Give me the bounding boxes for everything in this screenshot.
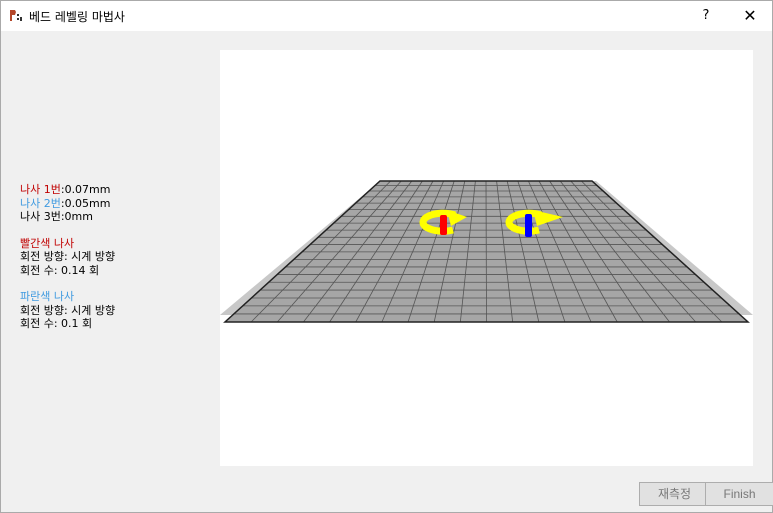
screw2-label: 나사 2번 <box>20 196 61 210</box>
red-screw-direction: 회전 방향: 시계 방향 <box>20 250 116 263</box>
red-screw-heading: 빨간색 나사 <box>20 236 75 250</box>
screw1-value: :0.07mm <box>60 183 111 196</box>
screw1-label: 나사 1번 <box>20 183 61 196</box>
close-icon[interactable]: ✕ <box>733 4 767 28</box>
screw2-line: 나사 2번:0.05mm <box>20 197 115 211</box>
leveling-info-panel: 나사 1번:0.07mm 나사 2번:0.05mm 나사 3번:0mm 빨간색 … <box>20 183 115 331</box>
window-title: 베드 레벨링 마법사 <box>29 10 125 24</box>
blue-screw-direction: 회전 방향: 시계 방향 <box>20 303 116 317</box>
screw3-line: 나사 3번:0mm <box>20 210 93 223</box>
red-screw-body <box>440 215 447 235</box>
blue-screw-turns: 회전 수: 0.1 회 <box>20 317 93 330</box>
title-bar: 베드 레벨링 마법사 ? ✕ <box>1 1 772 31</box>
screw1-line: 나사 1번:0.07mm <box>20 183 115 197</box>
finish-button[interactable]: Finish <box>705 482 773 506</box>
app-icon <box>10 10 22 21</box>
help-icon[interactable]: ? <box>691 4 721 28</box>
remeasure-button[interactable]: 재측정 <box>639 482 710 506</box>
blue-screw-body <box>525 214 532 237</box>
bed-3d-viewport[interactable] <box>220 50 753 466</box>
screw2-value: :0.05mm <box>60 196 111 210</box>
blue-screw-heading: 파란색 나사 <box>20 290 75 303</box>
bed-visualization <box>220 180 753 323</box>
red-screw-turns: 회전 수: 0.14 회 <box>20 263 100 277</box>
bed-leveling-wizard-window: 베드 레벨링 마법사 ? ✕ 나사 1번:0.07mm 나사 2번:0.05mm… <box>0 0 773 513</box>
